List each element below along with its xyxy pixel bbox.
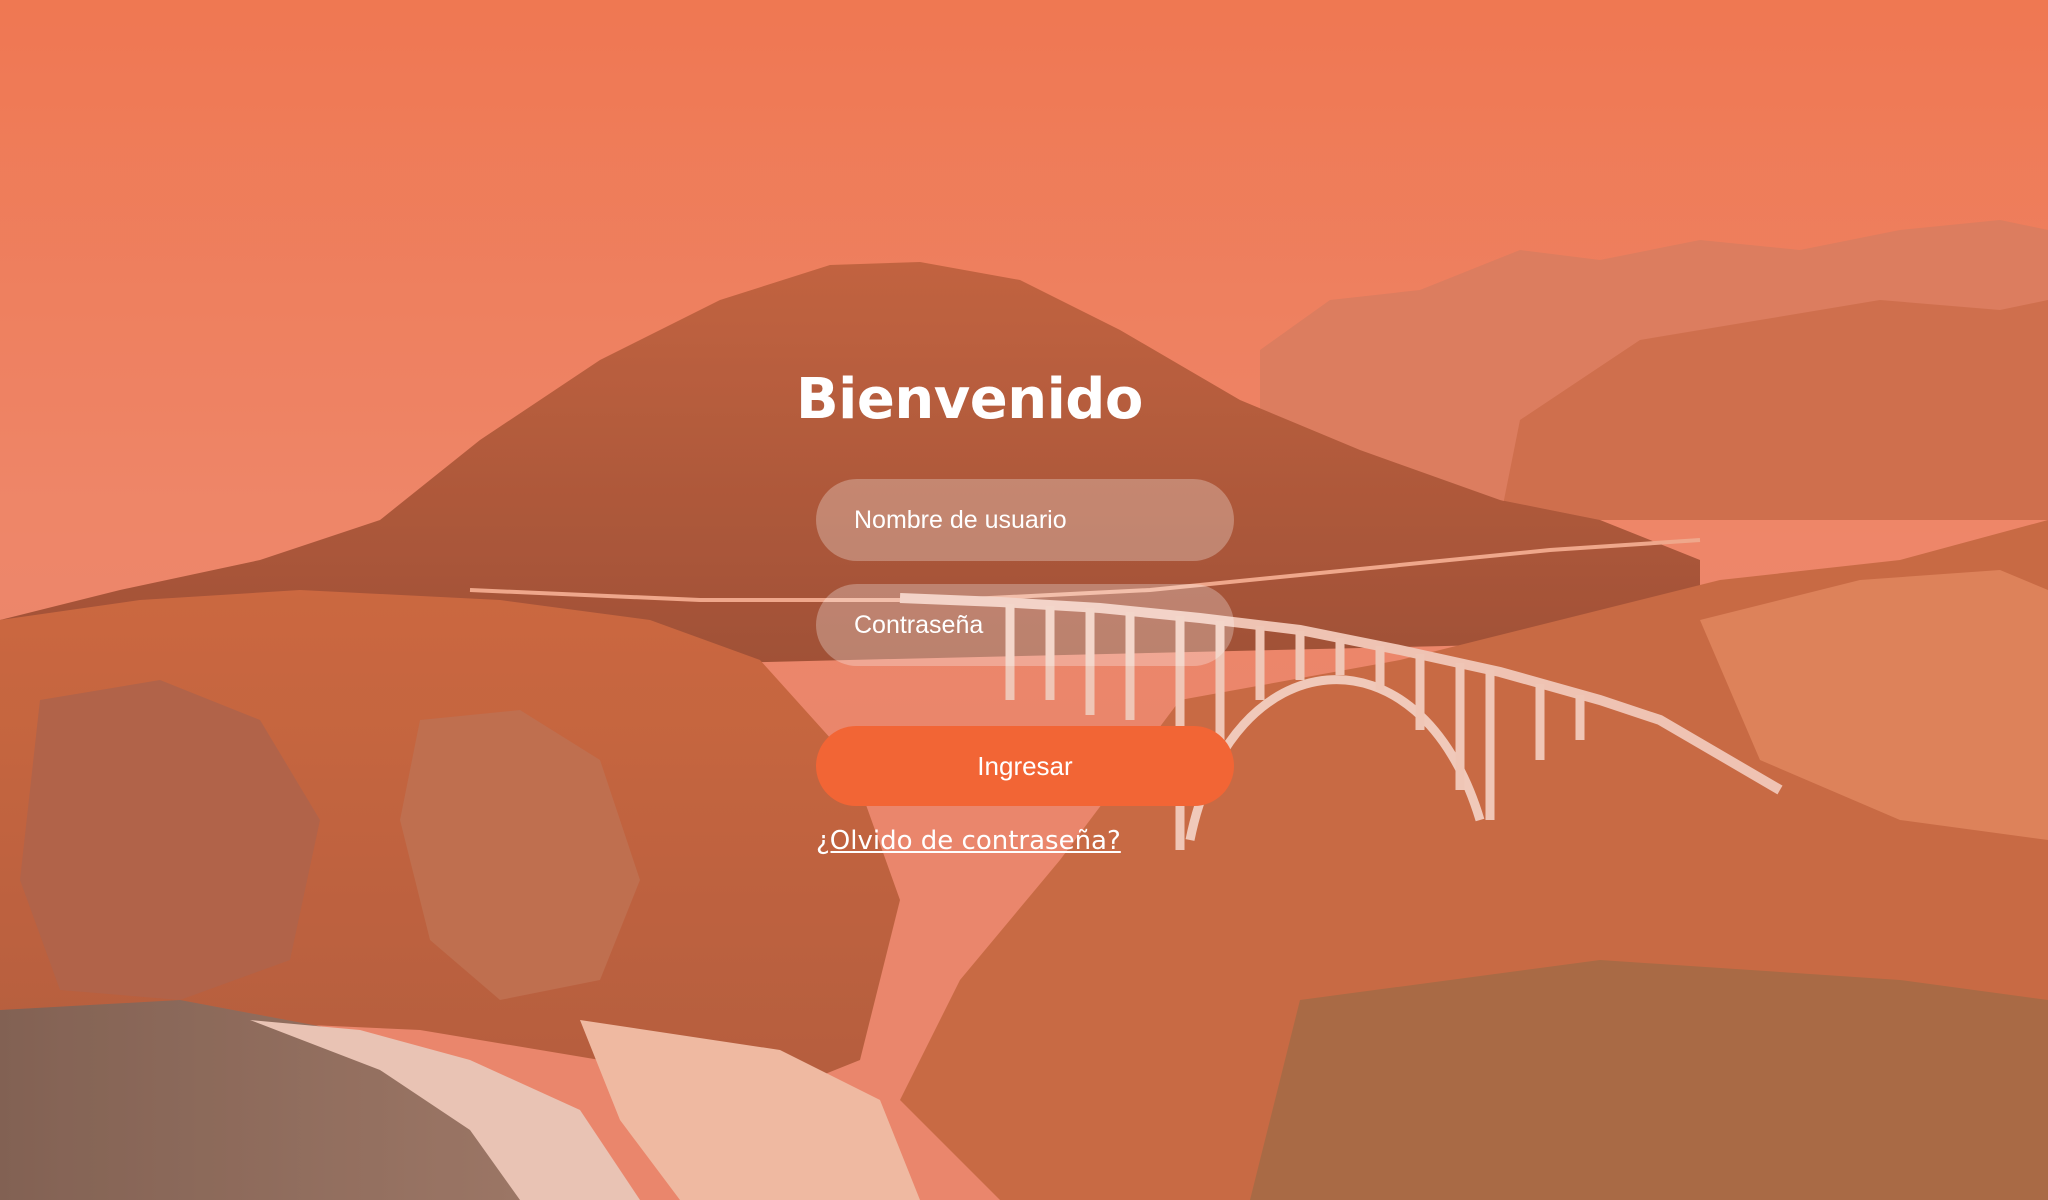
welcome-title: Bienvenido: [796, 367, 1143, 432]
login-page: Bienvenido Ingresar ¿Olvido de contraseñ…: [0, 0, 2048, 1200]
username-input[interactable]: [816, 479, 1234, 561]
login-form: Bienvenido Ingresar ¿Olvido de contraseñ…: [796, 360, 1236, 856]
forgot-password-link[interactable]: ¿Olvido de contraseña?: [816, 826, 1121, 856]
password-input[interactable]: [816, 584, 1234, 666]
login-button[interactable]: Ingresar: [816, 726, 1234, 806]
